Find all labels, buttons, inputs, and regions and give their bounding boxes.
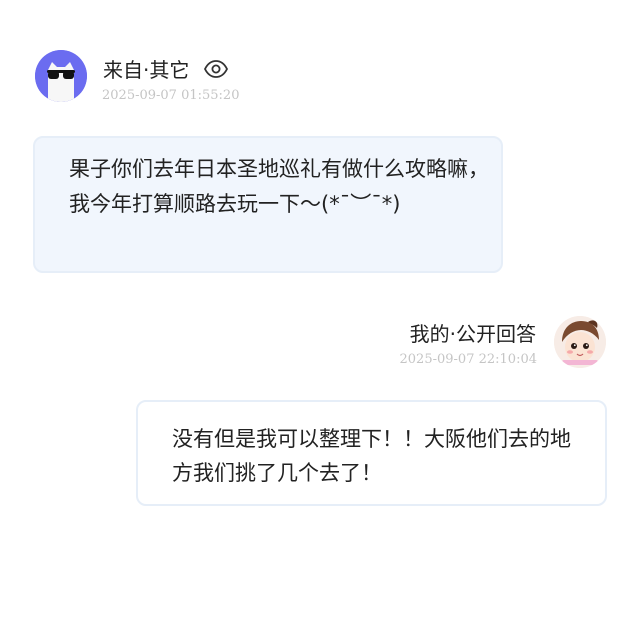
sender-avatar[interactable] xyxy=(35,50,87,102)
sender-timestamp: 2025-09-07 01:55:20 xyxy=(102,88,240,103)
user-avatar[interactable] xyxy=(554,316,606,368)
reply-label: 我的·公开回答 xyxy=(409,321,536,346)
reply-message-bubble[interactable]: 没有但是我可以整理下！！大阪他们去的地方我们挑了几个去了！ xyxy=(136,400,607,506)
sender-header: 来自·其它 xyxy=(103,54,229,82)
reply-header: 我的·公开回答 xyxy=(410,318,536,346)
eye-icon[interactable] xyxy=(203,59,229,78)
reply-timestamp: 2025-09-07 22:10:04 xyxy=(399,352,537,367)
cat-sunglasses-icon xyxy=(35,50,87,102)
cartoon-girl-avatar-icon xyxy=(554,316,606,368)
sender-label: 来自·其它 xyxy=(103,57,190,82)
chat-thread: 来自·其它 2025-09-07 01:55:20 果子你们去年日本圣地巡礼有做… xyxy=(0,0,640,640)
incoming-message-bubble[interactable]: 果子你们去年日本圣地巡礼有做什么攻略嘛，我今年打算顺路去玩一下～(*¯︶¯*) xyxy=(33,136,503,273)
incoming-message-text: 果子你们去年日本圣地巡礼有做什么攻略嘛，我今年打算顺路去玩一下～(*¯︶¯*) xyxy=(69,157,489,216)
reply-message-text: 没有但是我可以整理下！！大阪他们去的地方我们挑了几个去了！ xyxy=(172,427,571,485)
